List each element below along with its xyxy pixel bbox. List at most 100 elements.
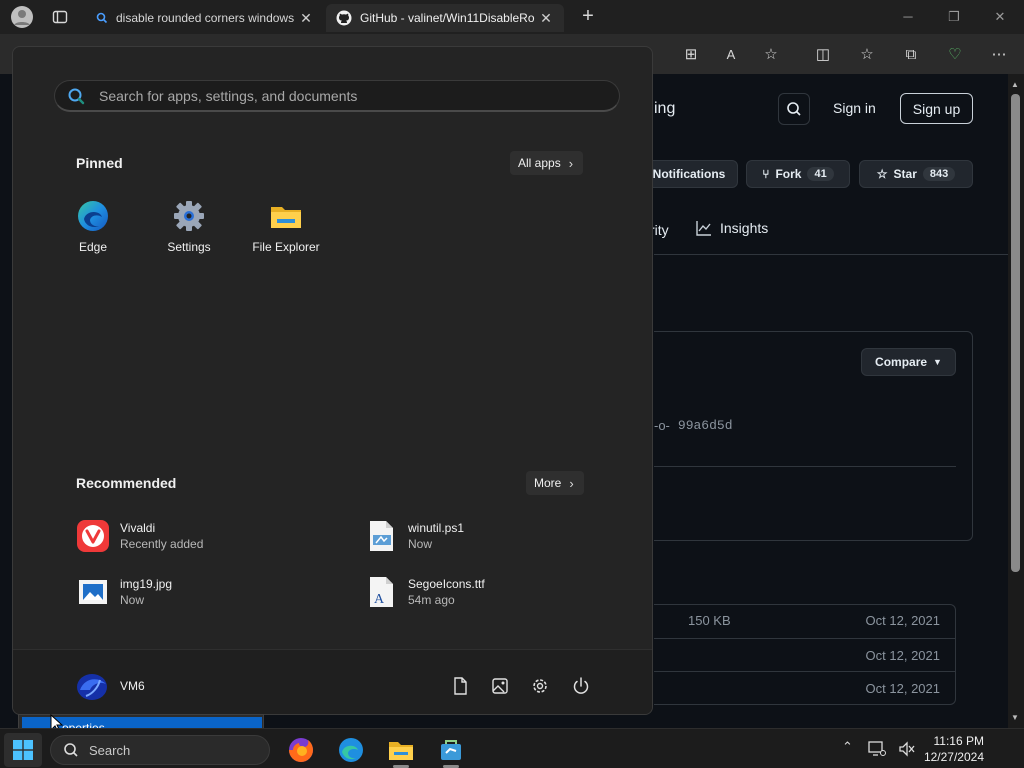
start-search-box[interactable] bbox=[54, 80, 620, 112]
file-explorer-taskbar-icon[interactable] bbox=[386, 735, 416, 765]
recommended-name: Vivaldi bbox=[120, 521, 156, 535]
recommended-subtitle: 54m ago bbox=[408, 593, 455, 607]
user-avatar-icon bbox=[77, 674, 107, 700]
edge-taskbar-icon[interactable] bbox=[336, 735, 366, 765]
tab-actions-icon[interactable] bbox=[52, 9, 68, 25]
file-date: Oct 12, 2021 bbox=[865, 613, 940, 628]
recommended-subtitle: Now bbox=[120, 593, 145, 607]
start-menu-footer: VM6 bbox=[13, 649, 652, 714]
favorites-icon[interactable]: ☆ bbox=[856, 44, 878, 66]
pinned-app-edge[interactable]: Edge bbox=[48, 199, 138, 254]
pinned-app-label: Edge bbox=[78, 240, 108, 254]
edge-icon bbox=[78, 201, 108, 231]
vivaldi-icon bbox=[77, 520, 109, 552]
favorite-star-icon[interactable]: ☆ bbox=[760, 44, 782, 66]
insights-label: Insights bbox=[720, 220, 769, 236]
start-button[interactable] bbox=[4, 733, 42, 767]
star-button[interactable]: ☆ Star 843 bbox=[859, 160, 973, 188]
settings-icon[interactable] bbox=[530, 676, 550, 696]
table-row[interactable]: Oct 12, 2021 bbox=[654, 638, 956, 671]
search-button[interactable] bbox=[778, 93, 810, 125]
chevron-right-icon: › bbox=[568, 155, 574, 171]
more-options-icon[interactable]: ⋯ bbox=[988, 44, 1010, 66]
tab-insights[interactable]: Insights bbox=[696, 220, 768, 236]
search-icon bbox=[64, 743, 78, 757]
pinned-app-settings[interactable]: Settings bbox=[144, 199, 234, 254]
taskbar-search-box[interactable]: Search bbox=[50, 735, 270, 765]
tab-github[interactable]: GitHub - valinet/Win11DisableRo ✕ bbox=[326, 4, 564, 32]
sign-up-button[interactable]: Sign up bbox=[900, 93, 973, 124]
file-date: Oct 12, 2021 bbox=[865, 681, 940, 696]
profile-avatar-icon[interactable] bbox=[10, 5, 34, 29]
collections-icon[interactable]: ⧉ bbox=[900, 44, 922, 66]
sign-in-link[interactable]: Sign in bbox=[833, 100, 876, 116]
table-row[interactable]: 150 KB Oct 12, 2021 bbox=[654, 604, 956, 637]
commit-link[interactable]: -o- 99a6d5d bbox=[654, 418, 733, 433]
pictures-icon[interactable] bbox=[490, 676, 510, 696]
recommended-item-img19[interactable]: img19.jpg Now bbox=[76, 572, 172, 612]
chevron-up-icon[interactable]: ⌃ bbox=[842, 739, 853, 755]
fork-icon: ⑂ bbox=[762, 167, 770, 181]
close-icon[interactable]: ✕ bbox=[298, 10, 314, 27]
windows-logo-icon bbox=[13, 740, 33, 760]
store-app-icon[interactable] bbox=[436, 735, 466, 765]
scroll-up-icon[interactable]: ▲ bbox=[1011, 80, 1019, 89]
github-icon bbox=[336, 10, 352, 26]
chevron-right-icon: › bbox=[569, 475, 574, 491]
recommended-subtitle: Now bbox=[408, 537, 433, 551]
start-search-input[interactable] bbox=[99, 87, 619, 104]
power-icon[interactable] bbox=[571, 676, 591, 696]
more-button[interactable]: More › bbox=[526, 471, 584, 495]
volume-muted-icon[interactable] bbox=[898, 741, 916, 757]
user-name: VM6 bbox=[120, 679, 145, 693]
close-window-icon[interactable]: ✕ bbox=[982, 6, 1018, 28]
header-text-fragment: ing bbox=[654, 100, 676, 117]
notifications-button[interactable]: Notifications bbox=[640, 160, 738, 188]
scrollbar-thumb[interactable] bbox=[1011, 94, 1020, 572]
pinned-app-file-explorer[interactable]: File Explorer bbox=[241, 199, 331, 254]
recommended-item-vivaldi[interactable]: Vivaldi Recently added bbox=[76, 516, 203, 556]
recommended-subtitle: Recently added bbox=[120, 537, 204, 551]
file-date: Oct 12, 2021 bbox=[865, 648, 940, 663]
commit-hash: 99a6d5d bbox=[677, 418, 733, 433]
search-icon bbox=[68, 88, 85, 104]
graph-icon bbox=[696, 221, 711, 236]
compare-button[interactable]: Compare ▼ bbox=[861, 348, 956, 376]
font-file-icon: A bbox=[370, 577, 393, 607]
pinned-title: Pinned bbox=[76, 155, 123, 171]
user-account-button[interactable]: VM6 bbox=[76, 670, 145, 702]
all-apps-label: All apps bbox=[518, 156, 561, 170]
script-file-icon bbox=[370, 521, 393, 551]
table-row[interactable]: Oct 12, 2021 bbox=[654, 671, 956, 704]
fork-button[interactable]: ⑂ Fork 41 bbox=[746, 160, 850, 188]
star-icon: ☆ bbox=[876, 167, 888, 181]
documents-icon[interactable] bbox=[450, 676, 470, 696]
split-screen-icon[interactable]: ◫ bbox=[812, 44, 834, 66]
taskbar: Search ⌃ 11:16 PM 12/27/2024 bbox=[0, 728, 1024, 768]
close-icon[interactable]: ✕ bbox=[538, 10, 554, 27]
taskbar-clock[interactable]: 11:16 PM 12/27/2024 bbox=[924, 733, 984, 765]
fork-label: Fork bbox=[775, 167, 802, 181]
network-icon[interactable] bbox=[868, 741, 886, 757]
tab-label: disable rounded corners windows bbox=[116, 11, 295, 25]
release-divider bbox=[654, 466, 956, 467]
pinned-app-label: File Explorer bbox=[252, 240, 320, 254]
settings-gear-icon bbox=[174, 201, 204, 231]
star-count: 843 bbox=[922, 167, 956, 181]
folder-icon bbox=[271, 207, 301, 228]
firefox-icon[interactable] bbox=[286, 735, 316, 765]
new-tab-button[interactable]: + bbox=[578, 4, 598, 28]
recommended-item-segoeicons[interactable]: A SegoeIcons.ttf 54m ago bbox=[364, 572, 485, 612]
minimize-icon[interactable]: ─ bbox=[890, 6, 926, 28]
app-available-icon[interactable]: ⊞ bbox=[680, 44, 702, 66]
all-apps-button[interactable]: All apps › bbox=[510, 151, 584, 175]
browser-essentials-icon[interactable]: ♡ bbox=[944, 44, 966, 66]
notifications-label: Notifications bbox=[652, 167, 726, 181]
read-aloud-icon[interactable]: A bbox=[720, 44, 742, 66]
scroll-down-icon[interactable]: ▼ bbox=[1011, 713, 1019, 722]
search-icon bbox=[787, 102, 801, 116]
tab-search[interactable]: disable rounded corners windows ✕ bbox=[86, 4, 324, 32]
recommended-name: img19.jpg bbox=[120, 577, 173, 591]
recommended-item-winutil[interactable]: winutil.ps1 Now bbox=[364, 516, 464, 556]
restore-icon[interactable]: ❐ bbox=[936, 6, 972, 28]
